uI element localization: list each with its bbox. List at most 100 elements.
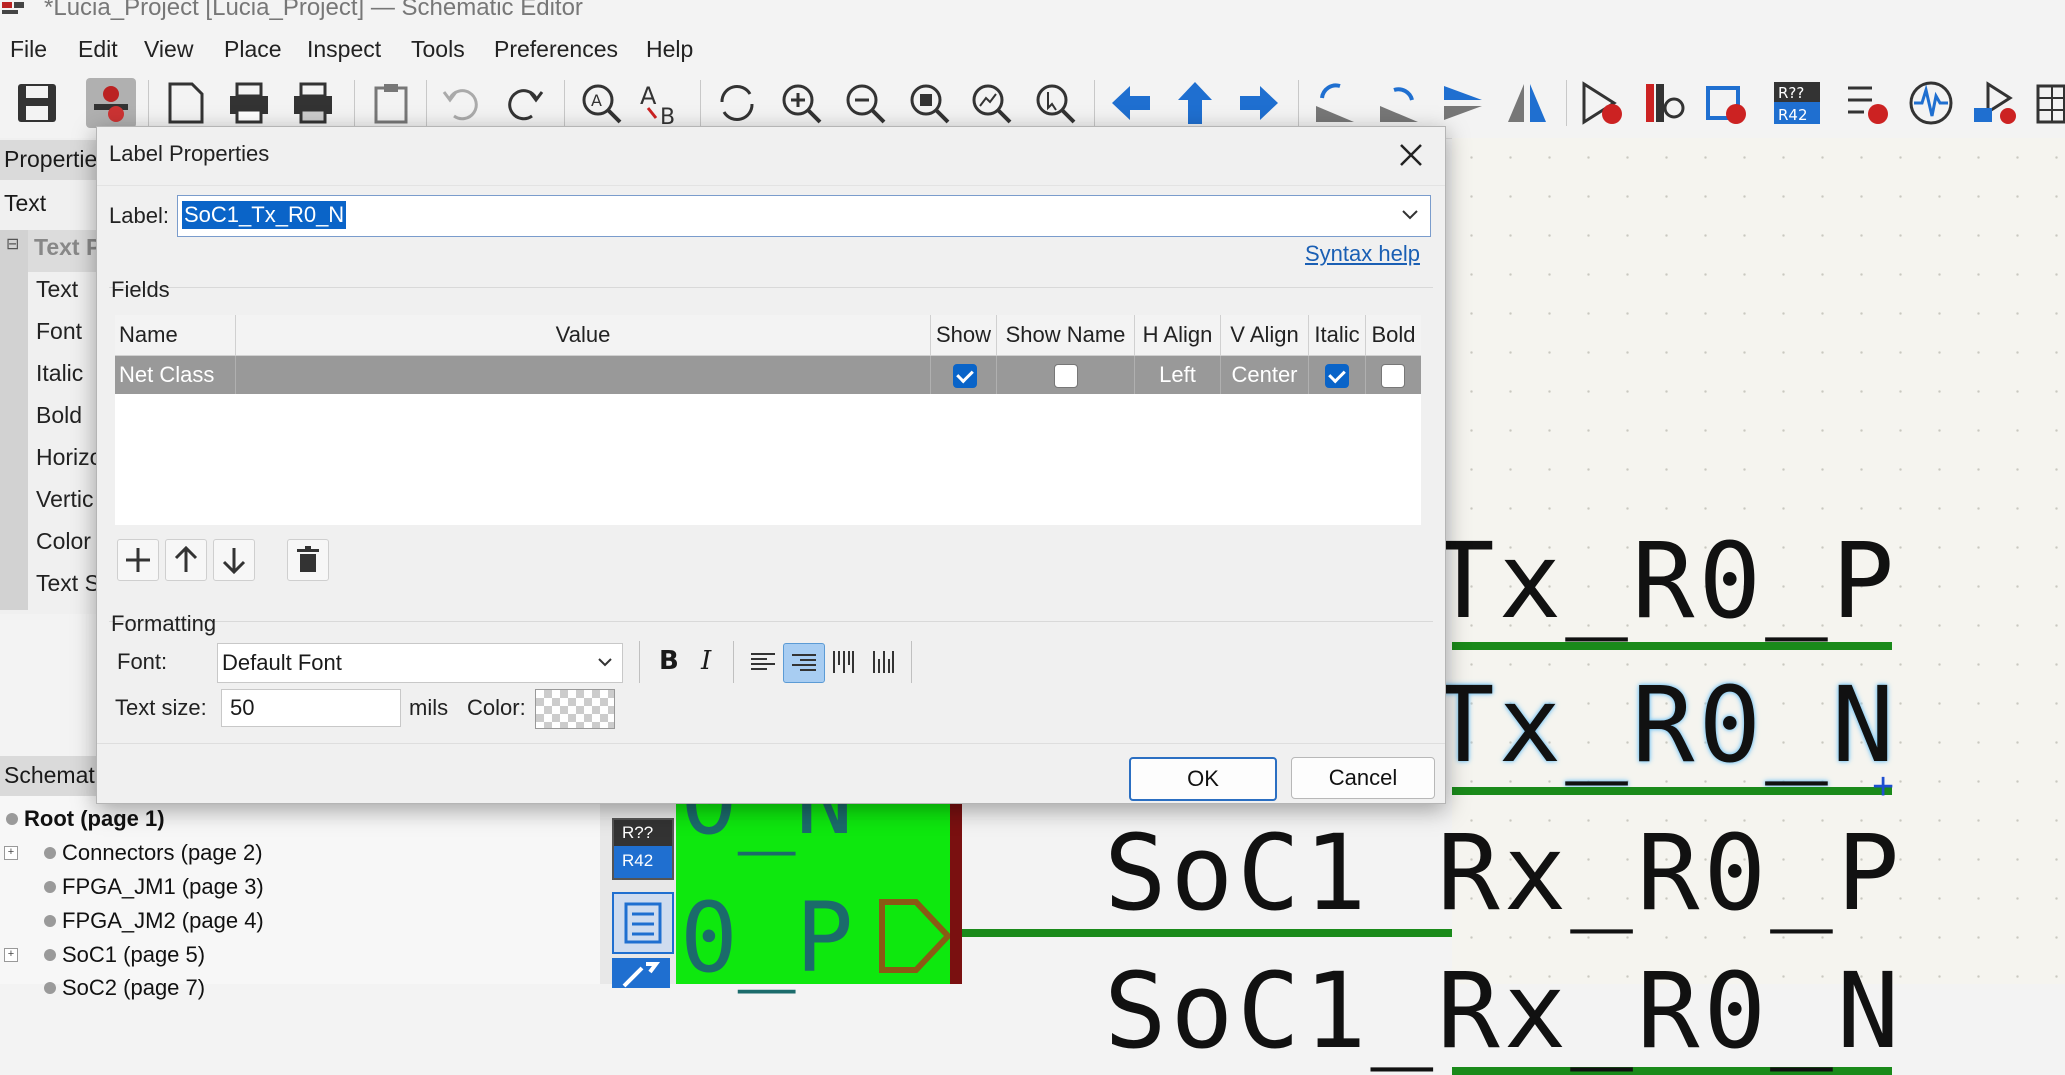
close-icon[interactable] bbox=[1397, 141, 1425, 169]
expand-icon[interactable]: + bbox=[4, 846, 18, 860]
find-replace-icon[interactable]: AB bbox=[636, 78, 686, 128]
label-value[interactable]: SoC1_Tx_R0_N bbox=[182, 201, 347, 229]
navigate-up-icon[interactable] bbox=[1170, 78, 1220, 128]
cell-name[interactable]: Net Class bbox=[115, 356, 236, 394]
show-checkbox[interactable] bbox=[953, 364, 977, 388]
symbol-browser-icon[interactable] bbox=[1640, 78, 1690, 128]
align-bottom-button[interactable] bbox=[863, 643, 903, 681]
hierarchy-tool-button[interactable] bbox=[612, 892, 674, 954]
tree-item-fpga-jm1[interactable]: FPGA_JM1 (page 3) bbox=[62, 874, 264, 900]
refresh-icon[interactable] bbox=[712, 78, 762, 128]
color-swatch-button[interactable] bbox=[535, 689, 615, 729]
move-down-button[interactable] bbox=[213, 539, 255, 581]
expand-icon[interactable]: + bbox=[4, 948, 18, 962]
tree-item-soc2[interactable]: SoC2 (page 7) bbox=[62, 975, 205, 1001]
collapse-icon[interactable]: ⊟ bbox=[6, 234, 19, 254]
menu-place[interactable]: Place bbox=[224, 36, 282, 63]
print-icon[interactable] bbox=[224, 78, 274, 128]
move-up-button[interactable] bbox=[165, 539, 207, 581]
menu-view[interactable]: View bbox=[144, 36, 193, 63]
mirror-horizontal-icon[interactable] bbox=[1502, 78, 1552, 128]
cell-value[interactable] bbox=[236, 356, 931, 394]
cell-h-align[interactable]: Left bbox=[1135, 356, 1221, 394]
schematic-setup-icon[interactable] bbox=[86, 78, 136, 128]
column-header-name[interactable]: Name bbox=[115, 315, 236, 356]
prop-horizontal[interactable]: Horizo bbox=[36, 444, 102, 471]
bold-checkbox[interactable] bbox=[1381, 364, 1405, 388]
erc-icon[interactable] bbox=[1842, 78, 1892, 128]
prop-text[interactable]: Text bbox=[36, 276, 78, 303]
tree-item-soc1[interactable]: SoC1 (page 5) bbox=[62, 942, 205, 968]
zoom-selection-icon[interactable] bbox=[1030, 78, 1080, 128]
column-header-v-align[interactable]: V Align bbox=[1221, 315, 1309, 356]
page-settings-icon[interactable] bbox=[160, 78, 210, 128]
menu-inspect[interactable]: Inspect bbox=[307, 36, 381, 63]
save-icon[interactable] bbox=[12, 78, 62, 128]
ok-button[interactable]: OK bbox=[1129, 757, 1277, 801]
column-header-h-align[interactable]: H Align bbox=[1135, 315, 1221, 356]
plot-icon[interactable] bbox=[288, 78, 338, 128]
bold-button[interactable]: B bbox=[649, 643, 689, 681]
paste-icon[interactable] bbox=[366, 78, 416, 128]
chevron-down-icon[interactable] bbox=[596, 656, 614, 670]
tree-item-fpga-jm2[interactable]: FPGA_JM2 (page 4) bbox=[62, 908, 264, 934]
column-header-show-name[interactable]: Show Name bbox=[997, 315, 1135, 356]
grid-icon[interactable] bbox=[2034, 78, 2065, 128]
column-header-value[interactable]: Value bbox=[236, 315, 931, 356]
align-right-button[interactable] bbox=[783, 643, 825, 683]
align-left-button[interactable] bbox=[743, 643, 783, 681]
menu-edit[interactable]: Edit bbox=[78, 36, 118, 63]
cell-v-align[interactable]: Center bbox=[1221, 356, 1309, 394]
simulator-icon[interactable] bbox=[1906, 78, 1956, 128]
navigate-back-icon[interactable] bbox=[1106, 78, 1156, 128]
prop-font[interactable]: Font bbox=[36, 318, 82, 345]
pcb-editor-icon[interactable] bbox=[1970, 78, 2020, 128]
font-select[interactable]: Default Font bbox=[217, 643, 623, 683]
italic-checkbox[interactable] bbox=[1325, 364, 1349, 388]
prop-text-size[interactable]: Text S bbox=[36, 570, 100, 597]
chevron-down-icon[interactable] bbox=[1400, 208, 1420, 222]
column-header-show[interactable]: Show bbox=[931, 315, 997, 356]
menu-tools[interactable]: Tools bbox=[411, 36, 465, 63]
net-label-soc1-rx-r0-p[interactable]: SoC1_Rx_R0_P bbox=[1104, 812, 1903, 934]
show-name-checkbox[interactable] bbox=[1054, 364, 1078, 388]
syntax-help-link[interactable]: Syntax help bbox=[1305, 241, 1420, 267]
zoom-objects-icon[interactable] bbox=[966, 78, 1016, 128]
text-size-input[interactable]: 50 bbox=[221, 689, 401, 727]
align-top-button[interactable] bbox=[823, 643, 863, 681]
net-label-soc1-rx-r0-n[interactable]: SoC1_Rx_R0_N bbox=[1104, 950, 1903, 1072]
undo-icon[interactable] bbox=[436, 78, 486, 128]
zoom-fit-icon[interactable] bbox=[904, 78, 954, 128]
menu-file[interactable]: File bbox=[10, 36, 47, 63]
net-label-tx-r0-p[interactable]: Tx_R0_P bbox=[1432, 520, 1898, 642]
add-field-button[interactable] bbox=[117, 539, 159, 581]
prop-vertical[interactable]: Vertic bbox=[36, 486, 94, 513]
redo-icon[interactable] bbox=[500, 78, 550, 128]
prop-color[interactable]: Color bbox=[36, 528, 91, 555]
tree-item-connectors[interactable]: Connectors (page 2) bbox=[62, 840, 263, 866]
column-header-bold[interactable]: Bold bbox=[1366, 315, 1421, 356]
find-icon[interactable]: A bbox=[576, 78, 626, 128]
navigate-forward-icon[interactable] bbox=[1234, 78, 1284, 128]
menu-help[interactable]: Help bbox=[646, 36, 693, 63]
footprint-assign-icon[interactable] bbox=[1700, 78, 1750, 128]
prop-italic[interactable]: Italic bbox=[36, 360, 83, 387]
mirror-vertical-icon[interactable] bbox=[1438, 78, 1488, 128]
zoom-out-icon[interactable] bbox=[840, 78, 890, 128]
tree-item-root[interactable]: Root (page 1) bbox=[24, 806, 165, 832]
symbol-editor-icon[interactable] bbox=[1576, 78, 1626, 128]
column-header-italic[interactable]: Italic bbox=[1309, 315, 1366, 356]
net-label-tx-r0-n[interactable]: Tx_R0_N bbox=[1432, 664, 1898, 786]
wire[interactable] bbox=[1452, 787, 1892, 795]
zoom-in-icon[interactable] bbox=[776, 78, 826, 128]
label-combo-input[interactable]: SoC1_Tx_R0_N bbox=[177, 195, 1431, 237]
wire[interactable] bbox=[962, 929, 1452, 937]
annotate-icon[interactable]: R?? R42 bbox=[1772, 78, 1822, 128]
annotate-tool-button[interactable]: R?? R42 bbox=[612, 818, 674, 880]
prop-bold[interactable]: Bold bbox=[36, 402, 82, 429]
wire[interactable] bbox=[1452, 642, 1892, 650]
symbol-body[interactable]: 0_N 0_P bbox=[676, 744, 956, 994]
cancel-button[interactable]: Cancel bbox=[1291, 757, 1435, 799]
menu-preferences[interactable]: Preferences bbox=[494, 36, 618, 63]
delete-field-button[interactable] bbox=[287, 539, 329, 581]
